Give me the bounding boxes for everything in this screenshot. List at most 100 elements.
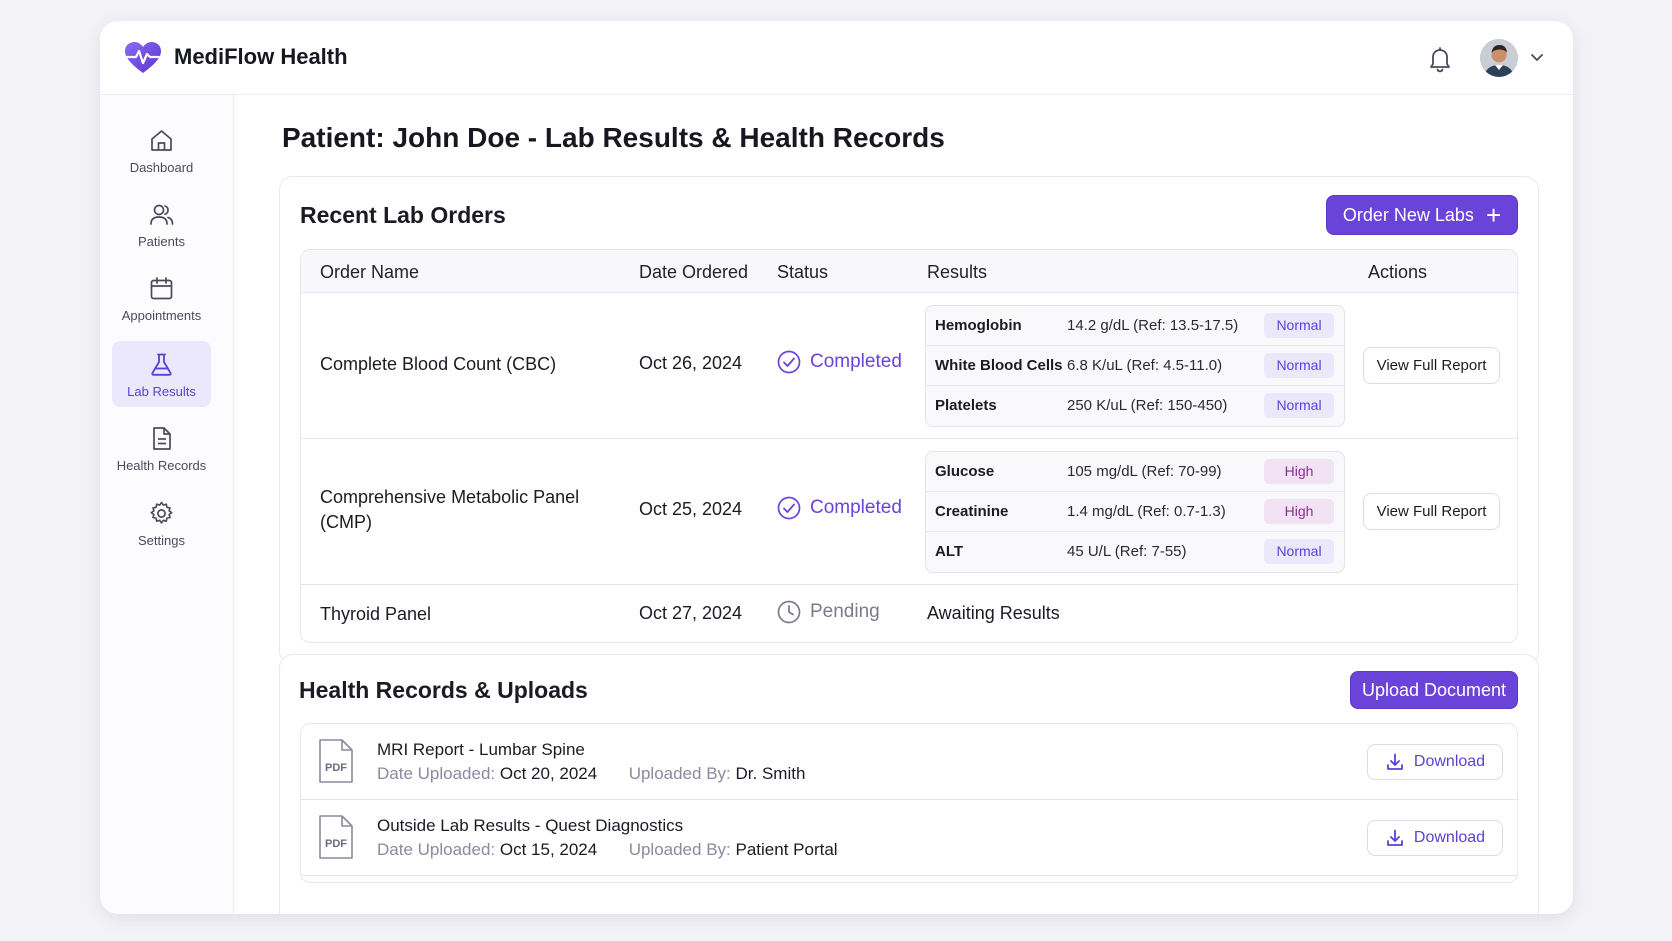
result-row: Hemoglobin 14.2 g/dL (Ref: 13.5-17.5) No… [926, 306, 1344, 346]
upload-document-button[interactable]: Upload Document [1350, 671, 1518, 709]
document-title: MRI Report - Lumbar Spine [377, 740, 585, 759]
order-date: Oct 25, 2024 [639, 499, 743, 519]
result-value: 14.2 g/dL (Ref: 13.5-17.5) [1067, 317, 1239, 334]
list-item: PDF MRI Report - Lumbar Spine Date Uploa… [301, 724, 1517, 800]
pdf-file-icon: PDF [319, 739, 353, 783]
lab-orders-card: Recent Lab Orders Order New Labs + Order… [279, 176, 1539, 665]
result-value: 6.8 K/uL (Ref: 4.5-11.0) [1067, 357, 1223, 374]
result-test: Creatinine [935, 503, 1009, 520]
order-date: Oct 27, 2024 [639, 603, 743, 623]
sidebar-item-patients[interactable]: Patients [112, 191, 211, 257]
order-name: Complete Blood Count (CBC) [320, 354, 557, 374]
status-badge: Normal [1264, 539, 1334, 564]
status-label: Completed [810, 497, 902, 518]
app-title: MediFlow Health [174, 44, 348, 69]
page-title: Patient: John Doe - Lab Results & Health… [282, 122, 945, 153]
download-label: Download [1413, 753, 1486, 770]
result-test: ALT [935, 543, 964, 560]
order-new-labs-button[interactable]: Order New Labs + [1326, 195, 1518, 235]
pdf-label: PDF [325, 838, 347, 850]
document-title: Outside Lab Results - Quest Diagnostics [377, 816, 684, 835]
result-test: Hemoglobin [935, 317, 1022, 334]
order-date: Oct 26, 2024 [639, 353, 743, 373]
date-uploaded-label: Date Uploaded: [377, 764, 496, 783]
order-name: Comprehensive Metabolic Panel (CMP) [320, 487, 580, 532]
pdf-label: PDF [325, 762, 347, 774]
lab-orders-title: Recent Lab Orders [300, 202, 506, 228]
status-badge: High [1264, 459, 1334, 484]
list-item: PDF Outside Lab Results - Quest Diagnost… [301, 800, 1517, 876]
table-row: Comprehensive Metabolic Panel (CMP) Oct … [301, 439, 1517, 585]
result-row: ALT 45 U/L (Ref: 7-55) Normal [926, 532, 1344, 572]
sidebar-item-label: Patients [138, 234, 185, 249]
chevron-down-icon[interactable] [1529, 51, 1545, 63]
uploaded-by-value: Patient Portal [735, 840, 838, 859]
status-pending: Pending [777, 600, 880, 624]
status-badge: High [1264, 499, 1334, 524]
view-full-report-button[interactable]: View Full Report [1363, 347, 1500, 384]
header-order-name: Order Name [320, 262, 420, 282]
date-uploaded-value: Oct 15, 2024 [499, 840, 598, 859]
check-circle-icon [777, 496, 801, 520]
result-test: White Blood Cells [935, 357, 1063, 374]
user-avatar[interactable] [1480, 39, 1518, 77]
status-badge: Normal [1264, 313, 1334, 338]
header-results: Results [927, 262, 988, 282]
download-icon [1387, 829, 1403, 846]
uploaded-by-label: Uploaded By: [628, 764, 731, 783]
results-box: Glucose 105 mg/dL (Ref: 70-99) High Crea… [925, 451, 1345, 573]
sidebar-item-label: Health Records [116, 458, 207, 473]
clock-icon [777, 600, 801, 624]
results-text: Awaiting Results [927, 603, 1060, 623]
download-icon [1387, 753, 1403, 770]
download-button[interactable]: Download [1367, 744, 1503, 780]
header-date-ordered: Date Ordered [639, 262, 749, 282]
result-row: Creatinine 1.4 mg/dL (Ref: 0.7-1.3) High [926, 492, 1344, 532]
result-row: Glucose 105 mg/dL (Ref: 70-99) High [926, 452, 1344, 492]
download-label: Download [1413, 829, 1486, 846]
table-row: Complete Blood Count (CBC) Oct 26, 2024 … [301, 293, 1517, 439]
status-badge: Normal [1264, 353, 1334, 378]
sidebar-item-label: Dashboard [129, 160, 194, 175]
status-completed: Completed [777, 496, 902, 520]
download-button[interactable]: Download [1367, 820, 1503, 856]
health-records-title: Health Records & Uploads [299, 677, 588, 703]
result-test: Glucose [935, 463, 995, 480]
bell-icon[interactable] [1427, 45, 1453, 73]
result-value: 105 mg/dL (Ref: 70-99) [1067, 463, 1222, 480]
flask-icon [151, 353, 172, 376]
order-name: Thyroid Panel [320, 604, 432, 624]
result-row: White Blood Cells 6.8 K/uL (Ref: 4.5-11.… [926, 346, 1344, 386]
lab-orders-table: Order Name Date Ordered Status Results A… [300, 249, 1518, 643]
document-meta: Date Uploaded: Oct 15, 2024 Uploaded By:… [377, 840, 838, 860]
heart-pulse-logo-icon [125, 42, 161, 73]
view-full-report-button[interactable]: View Full Report [1363, 493, 1500, 530]
sidebar-item-settings[interactable]: Settings [112, 490, 211, 556]
sidebar-item-label: Lab Results [127, 384, 196, 399]
uploaded-by-label: Uploaded By: [628, 840, 731, 859]
app-window: MediFlow Health Dashboard Patients Appoi… [100, 21, 1573, 914]
documents-list: PDF MRI Report - Lumbar Spine Date Uploa… [300, 723, 1518, 883]
sidebar-item-lab-results[interactable]: Lab Results [112, 341, 211, 407]
status-badge: Normal [1264, 393, 1334, 418]
sidebar: Dashboard Patients Appointments Lab Resu… [100, 95, 234, 914]
result-row: Platelets 250 K/uL (Ref: 150-450) Normal [926, 386, 1344, 426]
status-label: Completed [810, 351, 902, 372]
sidebar-item-label: Appointments [121, 308, 202, 323]
health-records-card: Health Records & Uploads Upload Document… [279, 654, 1539, 914]
pdf-file-icon: PDF [319, 815, 353, 859]
order-new-labs-label: Order New Labs [1342, 204, 1474, 225]
sidebar-item-appointments[interactable]: Appointments [112, 265, 211, 331]
sidebar-item-label: Settings [138, 533, 185, 548]
users-icon [150, 204, 174, 225]
document-meta: Date Uploaded: Oct 20, 2024 Uploaded By:… [377, 764, 805, 784]
date-uploaded-value: Oct 20, 2024 [499, 764, 598, 783]
status-completed: Completed [777, 350, 902, 374]
result-value: 45 U/L (Ref: 7-55) [1067, 543, 1187, 560]
sidebar-item-dashboard[interactable]: Dashboard [112, 117, 211, 183]
sidebar-item-health-records[interactable]: Health Records [112, 415, 211, 481]
table-header: Order Name Date Ordered Status Results A… [301, 250, 1517, 293]
result-test: Platelets [935, 397, 997, 414]
header-status: Status [777, 262, 829, 282]
gear-icon [150, 501, 173, 524]
